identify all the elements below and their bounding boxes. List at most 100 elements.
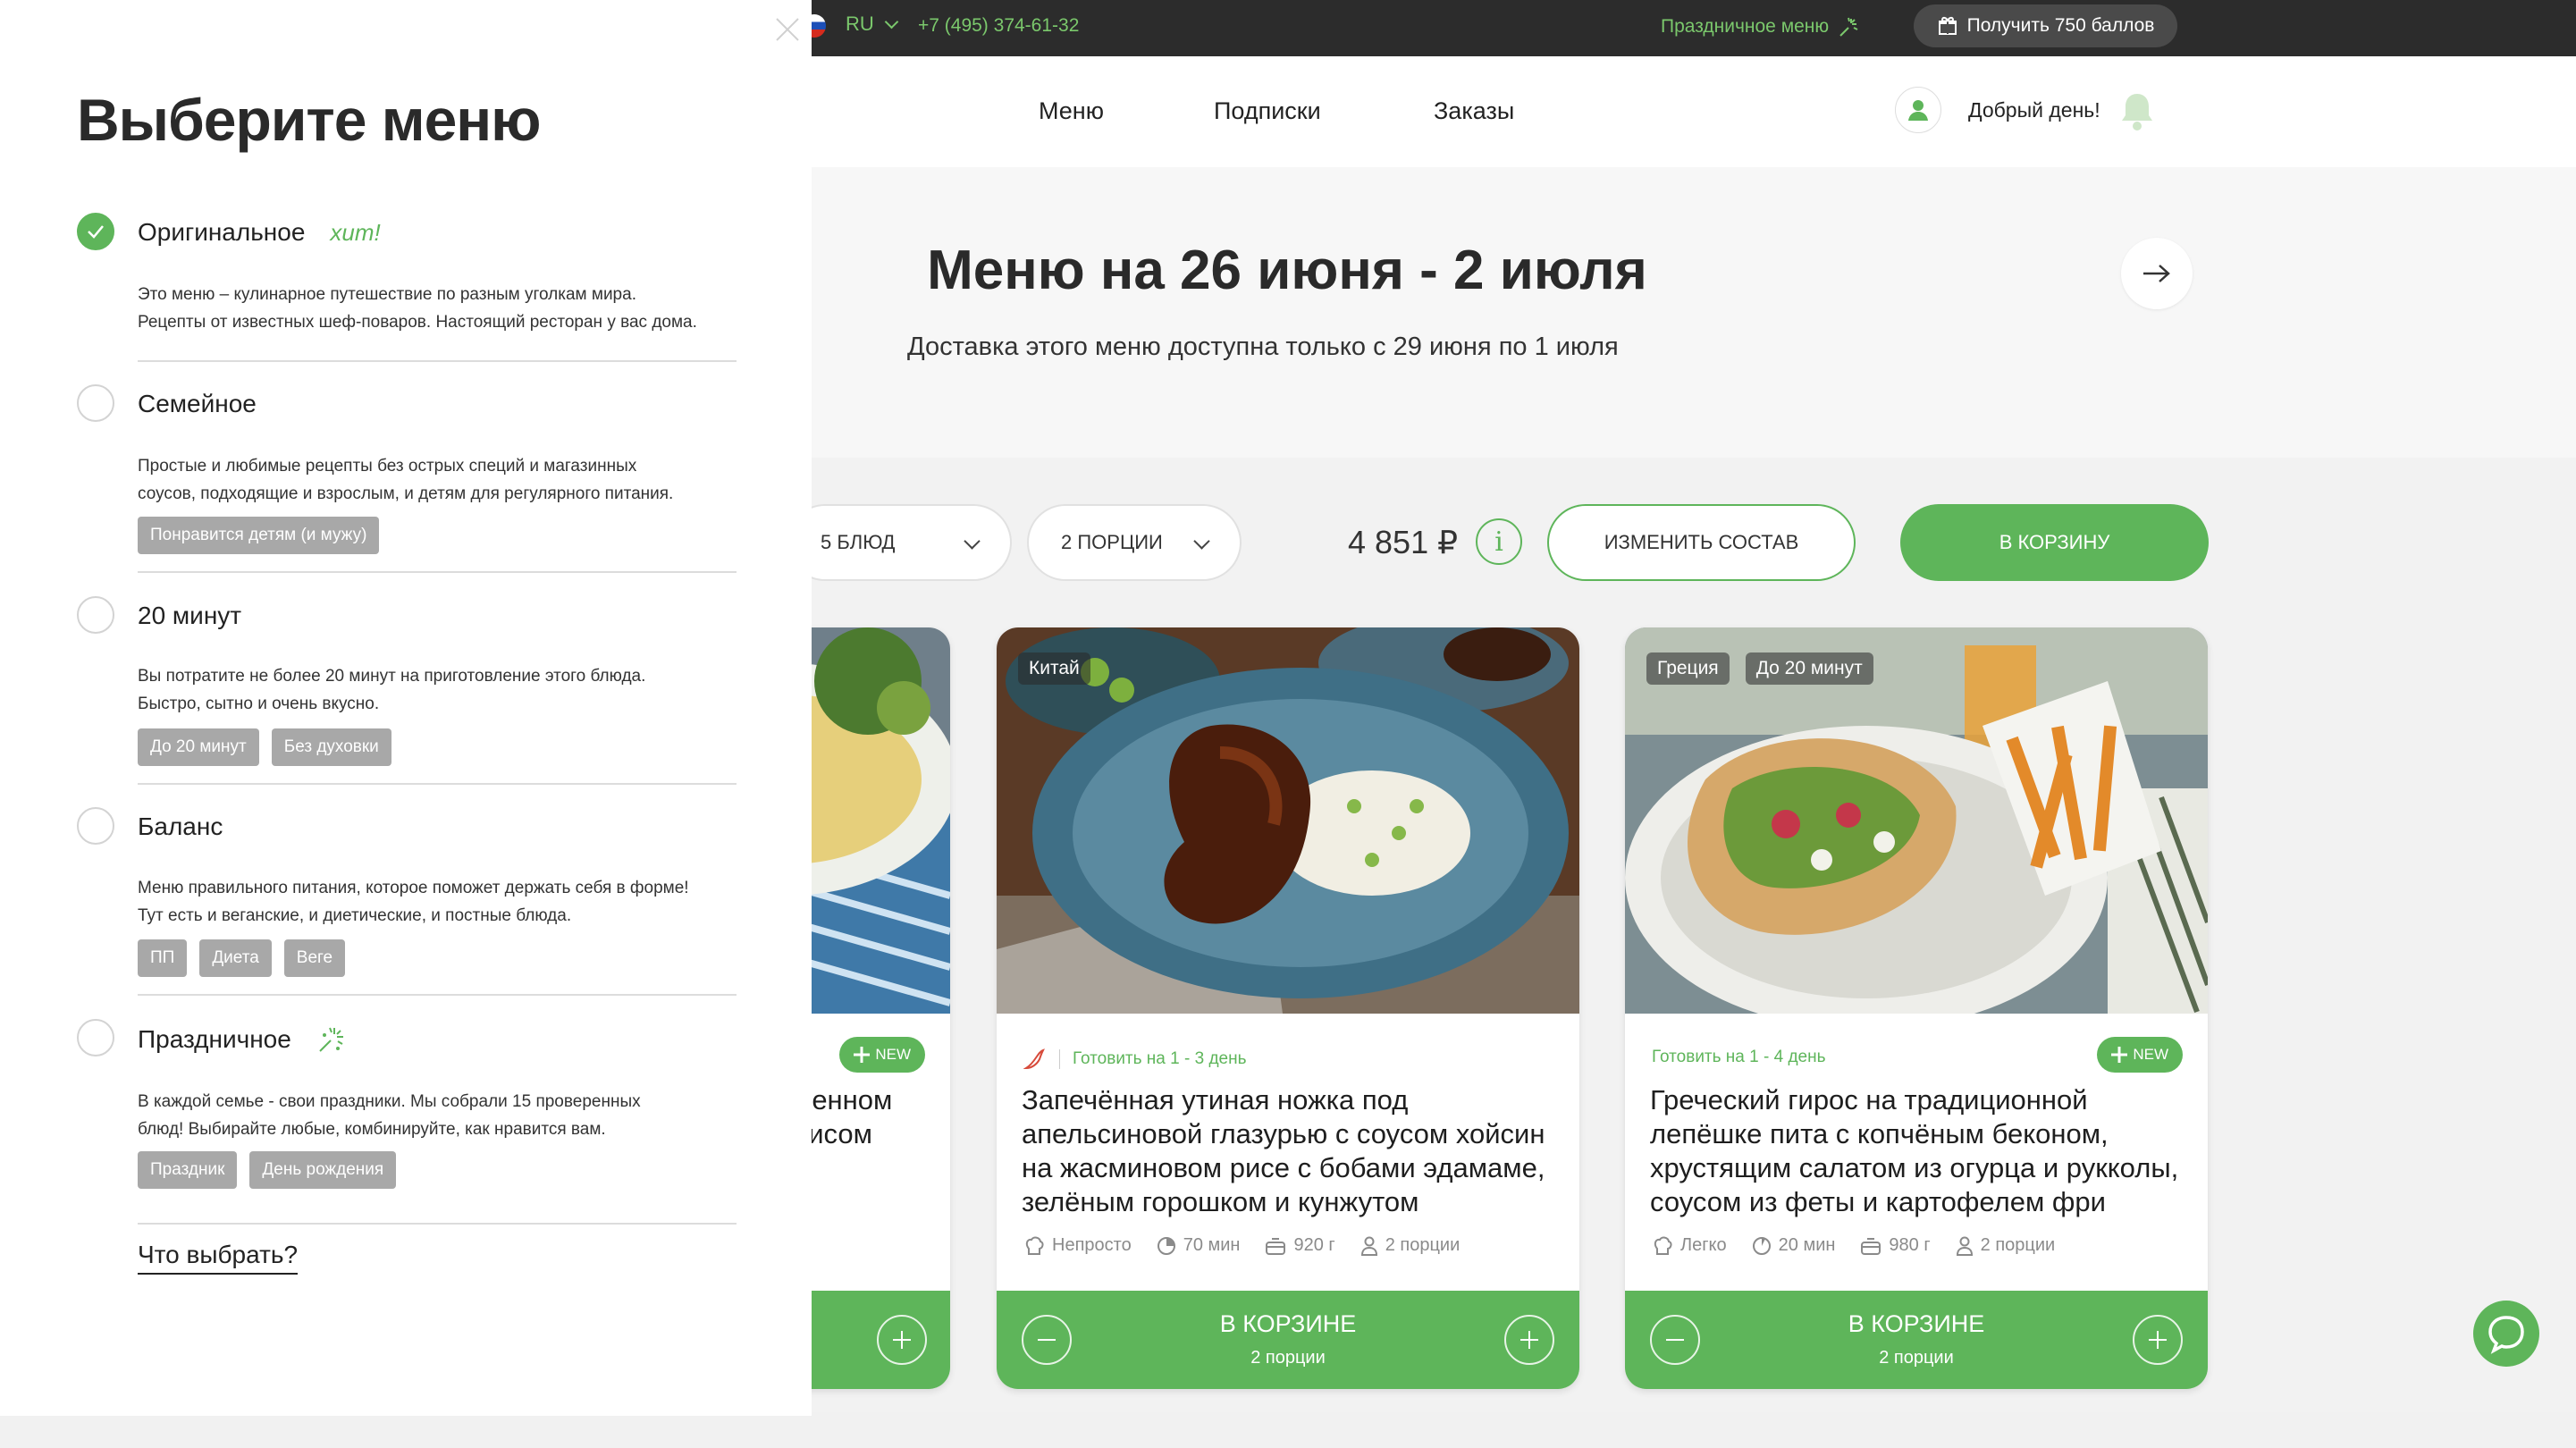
description-line: соусов, подходящие и взрослым, и детям д… bbox=[138, 484, 674, 503]
description-line: Это меню – кулинарное путешествие по раз… bbox=[138, 285, 636, 304]
dish-specs: Непросто 70 мин 920 г 2 порции bbox=[1023, 1235, 1460, 1256]
get-points-label: Получить 750 баллов bbox=[1966, 15, 2155, 36]
gift-icon bbox=[1938, 16, 1957, 35]
avatar[interactable] bbox=[1895, 87, 1941, 133]
menu-option-balance[interactable]: Баланс Меню правильного питания, которое… bbox=[77, 807, 737, 986]
meta-divider bbox=[1059, 1049, 1060, 1069]
portions-select[interactable]: 2 ПОРЦИИ bbox=[1027, 504, 1242, 581]
description-line: Вы потратите не более 20 минут на пригот… bbox=[138, 667, 646, 686]
tag-chip: Понравится детям (и мужу) bbox=[138, 517, 380, 554]
menu-option-20-minutes[interactable]: 20 минут Вы потратите не более 20 минут … bbox=[77, 596, 737, 775]
menu-option-tags: До 20 минут Без духовки bbox=[138, 728, 391, 766]
dish-title-line: менном bbox=[793, 1084, 893, 1115]
dish-tags: Китай bbox=[1018, 652, 1090, 685]
menu-option-description: Меню правильного питания, которое поможе… bbox=[138, 874, 745, 930]
change-composition-button[interactable]: ИЗМЕНИТЬ СОСТАВ bbox=[1547, 504, 1856, 581]
bottom-strip bbox=[0, 1412, 2576, 1448]
radio-unselected[interactable] bbox=[77, 1019, 114, 1057]
get-points-button[interactable]: Получить 750 баллов bbox=[1914, 4, 2177, 47]
menu-option-tags: Понравится детям (и мужу) bbox=[138, 517, 380, 554]
menu-option-original[interactable]: Оригинальное хит! Это меню – кулинарное … bbox=[77, 213, 737, 338]
radio-unselected[interactable] bbox=[77, 807, 114, 845]
scale-icon bbox=[1861, 1237, 1881, 1255]
divider bbox=[138, 360, 737, 362]
menu-option-label: 20 минут bbox=[138, 602, 242, 629]
phone-link[interactable]: +7 (495) 374-61-32 bbox=[918, 15, 1079, 37]
radio-unselected[interactable] bbox=[77, 596, 114, 634]
new-badge: NEW bbox=[839, 1037, 925, 1073]
weight-label: 920 г bbox=[1293, 1235, 1335, 1255]
portions: 2 порции bbox=[1956, 1235, 2056, 1256]
increase-portion-button[interactable] bbox=[877, 1315, 927, 1365]
cart-control: В КОРЗИНЕ 2 порции bbox=[1625, 1291, 2208, 1389]
difficulty-label: Легко bbox=[1680, 1235, 1727, 1255]
menu-option-family[interactable]: Семейное Простые и любимые рецепты без о… bbox=[77, 384, 737, 563]
tab-orders[interactable]: Заказы bbox=[1434, 97, 1514, 125]
menu-option-festive[interactable]: Праздничное В каждой семье - свои праздн… bbox=[77, 1019, 737, 1198]
dish-title-line: рисом bbox=[793, 1118, 872, 1149]
difficulty: Непросто bbox=[1023, 1235, 1132, 1256]
holiday-menu-link[interactable]: Праздничное меню bbox=[1661, 15, 1861, 38]
dish-title[interactable]: Запечённая утиная ножка под апельсиновой… bbox=[1022, 1083, 1567, 1219]
cart-control: В КОРЗИНЕ 2 порции bbox=[997, 1291, 1579, 1389]
user-menu[interactable]: Добрый день! bbox=[1895, 87, 2100, 133]
cook-time: 70 мин bbox=[1157, 1235, 1241, 1256]
next-week-button[interactable] bbox=[2121, 238, 2193, 309]
dish-card[interactable]: Греция До 20 минут Готовить на 1 - 4 ден… bbox=[1625, 627, 2208, 1389]
price-info-button[interactable]: i bbox=[1476, 518, 1522, 565]
dish-card[interactable]: Китай Готовить на 1 - 3 день Запечённая … bbox=[997, 627, 1579, 1389]
holiday-menu-label: Праздничное меню bbox=[1661, 16, 1830, 37]
close-icon[interactable] bbox=[774, 16, 801, 43]
portions-label: 2 порции bbox=[1980, 1235, 2056, 1255]
dish-title-fragment: менном рисом о bbox=[793, 1083, 950, 1185]
person-icon bbox=[1956, 1236, 1973, 1256]
bell-icon[interactable] bbox=[2118, 90, 2156, 133]
sparkle-icon bbox=[854, 1047, 871, 1063]
cook-time-label: 20 мин bbox=[1778, 1235, 1836, 1255]
menu-option-label: Семейное bbox=[138, 390, 257, 417]
firework-icon bbox=[319, 1027, 343, 1052]
add-to-cart-button[interactable]: В КОРЗИНУ bbox=[1900, 504, 2209, 581]
dishes-count-select[interactable]: 5 БЛЮД bbox=[787, 504, 1012, 581]
radio-unselected[interactable] bbox=[77, 384, 114, 422]
plus-icon bbox=[893, 1331, 911, 1349]
menu-option-name: Оригинальное хит! bbox=[138, 218, 381, 247]
tag-chip: Праздник bbox=[138, 1151, 238, 1189]
plus-icon bbox=[1520, 1331, 1538, 1349]
dish-title[interactable]: Греческий гирос на традиционной лепёшке … bbox=[1650, 1083, 2195, 1219]
in-cart-label: В КОРЗИНЕ bbox=[1848, 1310, 1985, 1337]
language-selector[interactable]: RU bbox=[846, 13, 899, 36]
menu-option-name: Семейное bbox=[138, 390, 257, 418]
dish-title-line: о bbox=[793, 1151, 950, 1185]
sparkle-icon bbox=[2111, 1047, 2128, 1063]
clock-icon bbox=[1752, 1236, 1771, 1255]
cook-time-label: 70 мин bbox=[1183, 1235, 1241, 1255]
radio-selected[interactable] bbox=[77, 213, 114, 250]
description-line: Простые и любимые рецепты без острых спе… bbox=[138, 457, 637, 476]
chat-button[interactable] bbox=[2473, 1301, 2539, 1367]
divider bbox=[138, 994, 737, 996]
info-icon: i bbox=[1494, 526, 1503, 558]
tag-chip: День рождения bbox=[249, 1151, 397, 1189]
menu-option-description: В каждой семье - свои праздники. Мы собр… bbox=[138, 1088, 745, 1143]
menu-option-description: Вы потратите не более 20 минут на пригот… bbox=[138, 662, 745, 718]
greeting-text: Добрый день! bbox=[1968, 97, 2100, 122]
description-line: Быстро, сытно и очень вкусно. bbox=[138, 695, 380, 713]
chili-pepper-icon bbox=[1023, 1048, 1045, 1070]
check-icon bbox=[88, 225, 104, 239]
cook-window: Готовить на 1 - 3 день bbox=[1023, 1048, 1247, 1071]
menu-option-tags: Праздник День рождения bbox=[138, 1151, 397, 1189]
increase-portion-button[interactable] bbox=[2133, 1315, 2183, 1365]
difficulty: Легко bbox=[1652, 1235, 1727, 1256]
tab-menu[interactable]: Меню bbox=[1039, 97, 1104, 125]
new-badge-label: NEW bbox=[2133, 1046, 2168, 1063]
tag-chip: Веге bbox=[283, 939, 346, 977]
menu-option-name: 20 минут bbox=[138, 602, 241, 630]
panel-title: Выберите меню bbox=[77, 87, 542, 153]
help-choose-link[interactable]: Что выбрать? bbox=[138, 1241, 299, 1275]
tab-subscriptions[interactable]: Подписки bbox=[1214, 97, 1321, 125]
new-badge-label: NEW bbox=[875, 1046, 911, 1063]
chevron-down-icon bbox=[964, 533, 981, 550]
increase-portion-button[interactable] bbox=[1504, 1315, 1554, 1365]
page-title-text: Меню на 26 июня - 2 июля bbox=[927, 240, 1647, 301]
